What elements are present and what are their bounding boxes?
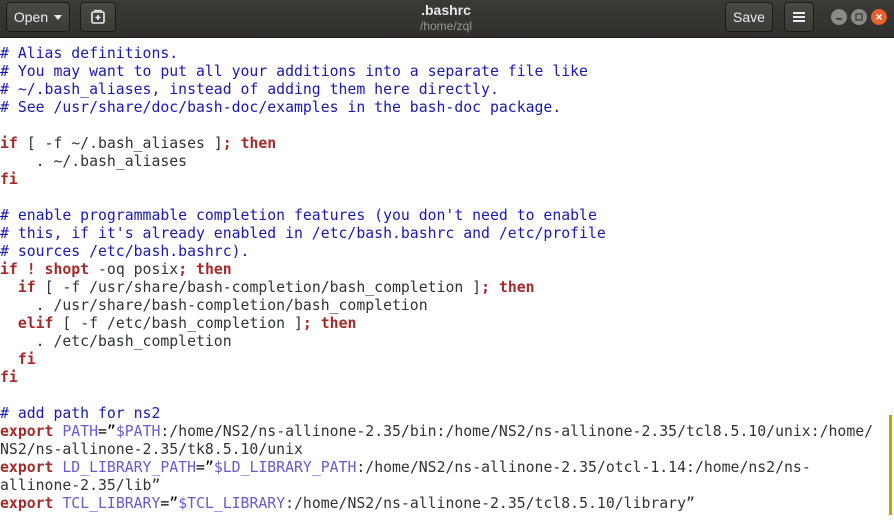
- minimize-button[interactable]: [831, 9, 847, 25]
- keyword: elif: [17, 315, 54, 332]
- code-line: fi: [0, 171, 894, 189]
- keyword: fi: [0, 171, 18, 188]
- code-line: # this, if it's already enabled in /etc/…: [0, 225, 894, 243]
- keyword: export: [0, 423, 54, 440]
- code-line: # Alias definitions.: [0, 45, 894, 63]
- code-line: # add path for ns2: [0, 405, 894, 423]
- window-subtitle: /home/zql: [419, 19, 473, 33]
- open-label: Open: [13, 9, 49, 25]
- code-text: =”: [160, 495, 179, 512]
- variable-name: LD_LIBRARY_PATH: [62, 459, 197, 476]
- code-line: export TCL_LIBRARY=”$TCL_LIBRARY:/home/N…: [0, 495, 894, 513]
- keyword: ;: [222, 135, 232, 152]
- code-line: export LD_LIBRARY_PATH=”$LD_LIBRARY_PATH…: [0, 459, 894, 477]
- comment: # See /usr/share/doc/bash-doc/examples i…: [0, 99, 562, 116]
- keyword: then: [240, 135, 277, 152]
- code-line: . /etc/bash_completion: [0, 333, 894, 351]
- code-text: :/home/NS2/ns-allinone-2.35/bin:/home/NS…: [160, 423, 874, 440]
- variable-name: TCL_LIBRARY: [62, 495, 161, 512]
- code-line: # enable programmable completion feature…: [0, 207, 894, 225]
- comment: # add path for ns2: [0, 405, 161, 422]
- keyword: then: [196, 261, 232, 278]
- comment: # ~/.bash_aliases, instead of adding the…: [0, 81, 499, 98]
- code-line: # See /usr/share/doc/bash-doc/examples i…: [0, 99, 894, 117]
- code-line: . ~/.bash_aliases: [0, 153, 894, 171]
- code-line: # sources /etc/bash.bashrc).: [0, 243, 894, 261]
- keyword: ;: [481, 279, 491, 296]
- close-button[interactable]: [871, 9, 887, 25]
- variable-ref: $TCL_LIBRARY: [178, 495, 286, 512]
- keyword: if ! shopt: [0, 261, 90, 278]
- code-text: [ -f ~/.bash_aliases ]: [17, 135, 223, 152]
- code-line: # ~/.bash_aliases, instead of adding the…: [0, 81, 894, 99]
- code-line: elif [ -f /etc/bash_completion ]; then: [0, 315, 894, 333]
- scroll-indicator[interactable]: [889, 415, 892, 515]
- code-line: if ! shopt -oq posix; then: [0, 261, 894, 279]
- variable-ref: $PATH: [115, 423, 161, 440]
- code-text: allinone-2.35/lib”: [0, 477, 161, 494]
- new-document-icon: [91, 9, 105, 24]
- text-editor-area[interactable]: # Alias definitions. # You may want to p…: [0, 38, 894, 520]
- code-text: =”: [196, 459, 214, 476]
- code-line-wrapped: NS2/ns-allinone-2.35/tk8.5.10/unix: [0, 441, 894, 459]
- code-text: -oq posix: [89, 261, 179, 278]
- close-icon: [875, 13, 883, 21]
- code-text: . /usr/share/bash-completion/bash_comple…: [0, 297, 428, 314]
- code-line: fi: [0, 351, 894, 369]
- variable-name: PATH: [62, 423, 99, 440]
- code-text: [ -f /usr/share/bash-completion/bash_com…: [35, 279, 482, 296]
- comment: # Alias definitions.: [0, 45, 179, 62]
- maximize-icon: [855, 13, 863, 21]
- code-text: =”: [98, 423, 116, 440]
- code-line: if [ -f ~/.bash_aliases ]; then: [0, 135, 894, 153]
- variable-ref: $LD_LIBRARY_PATH: [213, 459, 357, 476]
- code-text: [ -f /etc/bash_completion ]: [53, 315, 303, 332]
- keyword: ;: [178, 261, 188, 278]
- keyword: ;: [302, 315, 312, 332]
- keyword: then: [498, 279, 535, 296]
- code-line: export PATH=”$PATH:/home/NS2/ns-allinone…: [0, 423, 894, 441]
- code-line: fi: [0, 369, 894, 387]
- keyword: then: [320, 315, 357, 332]
- keyword: fi: [0, 369, 18, 386]
- maximize-button[interactable]: [851, 9, 867, 25]
- keyword: fi: [17, 351, 36, 368]
- save-button[interactable]: Save: [725, 2, 773, 32]
- code-text: :/home/NS2/ns-allinone-2.35/otcl-1.14:/h…: [356, 459, 811, 476]
- open-button[interactable]: Open: [6, 2, 70, 32]
- comment: # You may want to put all your additions…: [0, 63, 588, 80]
- code-text: . ~/.bash_aliases: [0, 153, 188, 170]
- code-text: :/home/NS2/ns-allinone-2.35/tcl8.5.10/li…: [285, 495, 695, 512]
- menu-button[interactable]: [784, 2, 814, 32]
- comment: # sources /etc/bash.bashrc).: [0, 243, 250, 260]
- comment: # this, if it's already enabled in /etc/…: [0, 225, 606, 242]
- code-line-wrapped: allinone-2.35/lib”: [0, 477, 894, 495]
- window-title-area: .bashrc /home/zql: [330, 2, 562, 33]
- minimize-icon: [836, 18, 842, 20]
- code-line: if [ -f /usr/share/bash-completion/bash_…: [0, 279, 894, 297]
- new-tab-button[interactable]: [80, 2, 116, 32]
- hamburger-menu-icon: [793, 12, 805, 22]
- keyword: if: [0, 135, 18, 152]
- header-bar: Open .bashrc /home/zql Save: [0, 0, 894, 38]
- comment: # enable programmable completion feature…: [0, 207, 597, 224]
- keyword: export: [0, 459, 54, 476]
- code-text: . /etc/bash_completion: [0, 333, 232, 350]
- chevron-down-icon: [54, 14, 63, 20]
- code-text: NS2/ns-allinone-2.35/tk8.5.10/unix: [0, 441, 303, 458]
- code-line: . /usr/share/bash-completion/bash_comple…: [0, 297, 894, 315]
- window-title: .bashrc: [421, 2, 471, 18]
- keyword: export: [0, 495, 54, 512]
- code-line: # You may want to put all your additions…: [0, 63, 894, 81]
- keyword: if: [17, 279, 36, 296]
